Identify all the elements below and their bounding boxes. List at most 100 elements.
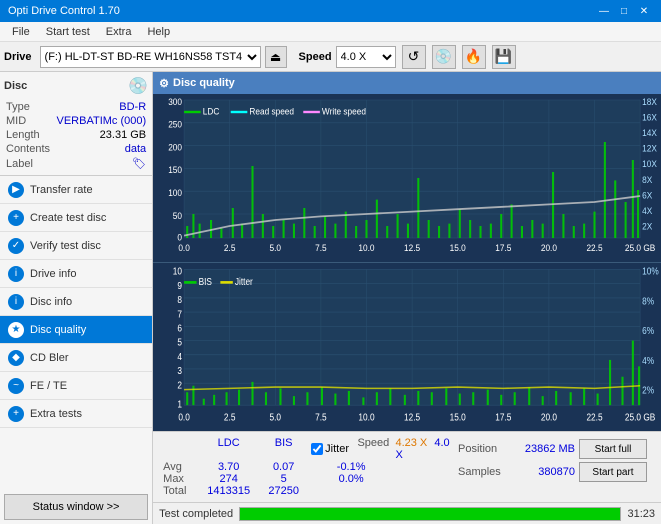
menu-extra[interactable]: Extra	[98, 24, 140, 40]
drive-select[interactable]: (F:) HL-DT-ST BD-RE WH16NS58 TST4	[40, 46, 261, 68]
sidebar-item-disc-quality-label: Disc quality	[30, 324, 86, 336]
svg-text:BIS: BIS	[199, 276, 212, 287]
svg-text:10: 10	[173, 266, 182, 277]
status-window-button[interactable]: Status window >>	[4, 494, 148, 520]
main-area: Disc 💿 Type BD-R MID VERBATIMc (000) Len…	[0, 72, 661, 524]
create-test-disc-icon: +	[8, 210, 24, 226]
fe-te-icon: ~	[8, 378, 24, 394]
row-label-spacer	[163, 437, 201, 461]
svg-text:12.5: 12.5	[404, 243, 420, 254]
titlebar: Opti Drive Control 1.70 — □ ✕	[0, 0, 661, 22]
svg-text:17.5: 17.5	[495, 412, 511, 423]
sidebar-item-extra-tests[interactable]: + Extra tests	[0, 400, 152, 428]
svg-text:2%: 2%	[642, 385, 654, 396]
svg-text:3: 3	[178, 365, 183, 376]
max-bis: 5	[256, 473, 311, 485]
svg-text:6X: 6X	[642, 190, 652, 201]
svg-text:10X: 10X	[642, 159, 657, 170]
sidebar-item-disc-quality[interactable]: ★ Disc quality	[0, 316, 152, 344]
bottom-chart-svg: 10 9 8 7 6 5 4 3 2 1 10% 8% 6% 4% 2%	[153, 263, 661, 431]
svg-text:25.0 GB: 25.0 GB	[625, 243, 655, 254]
sidebar-item-verify-test-disc[interactable]: ✓ Verify test disc	[0, 232, 152, 260]
sidebar-item-transfer-rate[interactable]: ▶ Transfer rate	[0, 176, 152, 204]
sidebar-item-disc-info-label: Disc info	[30, 296, 72, 308]
svg-text:4: 4	[178, 351, 183, 362]
refresh-button[interactable]: ↺	[402, 45, 426, 69]
svg-text:7.5: 7.5	[315, 412, 327, 423]
svg-text:7.5: 7.5	[315, 243, 327, 254]
svg-text:5: 5	[178, 337, 183, 348]
eject-button[interactable]: ⏏	[265, 46, 287, 68]
sidebar-item-fe-te[interactable]: ~ FE / TE	[0, 372, 152, 400]
max-row: Max 274 5 0.0%	[163, 473, 454, 485]
drive-toolbar: Drive (F:) HL-DT-ST BD-RE WH16NS58 TST4 …	[0, 42, 661, 72]
content-area: ⚙ Disc quality	[153, 72, 661, 524]
svg-text:14X: 14X	[642, 127, 657, 138]
disc-length-label: Length	[6, 129, 40, 141]
total-ldc: 1413315	[201, 485, 256, 497]
position-row: Position 23862 MB Start full	[458, 439, 647, 459]
svg-text:12.5: 12.5	[404, 412, 420, 423]
svg-text:5.0: 5.0	[270, 243, 282, 254]
transfer-rate-icon: ▶	[8, 182, 24, 198]
samples-row: Samples 380870 Start part	[458, 462, 647, 482]
sidebar-item-fe-te-label: FE / TE	[30, 380, 67, 392]
menu-file[interactable]: File	[4, 24, 38, 40]
disc-mid-row: MID VERBATIMc (000)	[4, 114, 148, 128]
progress-area: Test completed 31:23	[153, 502, 661, 524]
svg-text:250: 250	[168, 119, 182, 130]
svg-text:LDC: LDC	[203, 106, 220, 117]
start-full-button[interactable]: Start full	[579, 439, 647, 459]
position-value: 23862 MB	[510, 443, 575, 455]
speed-col-value: 4.23 X 4.0 X	[395, 437, 454, 461]
disc-info-icon: i	[8, 294, 24, 310]
sidebar-item-verify-test-disc-label: Verify test disc	[30, 240, 101, 252]
svg-text:12X: 12X	[642, 143, 657, 154]
menu-start-test[interactable]: Start test	[38, 24, 98, 40]
avg-label: Avg	[163, 461, 201, 473]
col-header-bis: BIS	[256, 437, 311, 461]
sidebar-item-transfer-rate-label: Transfer rate	[30, 184, 93, 196]
sidebar-item-create-test-disc[interactable]: + Create test disc	[0, 204, 152, 232]
maximize-button[interactable]: □	[615, 3, 633, 19]
sidebar-item-drive-info[interactable]: i Drive info	[0, 260, 152, 288]
svg-text:15.0: 15.0	[450, 412, 466, 423]
sidebar-item-disc-info[interactable]: i Disc info	[0, 288, 152, 316]
total-bis: 27250	[256, 485, 311, 497]
disc-label-row: Label 🏷	[4, 156, 148, 171]
disc-mid-value: VERBATIMc (000)	[57, 115, 147, 127]
svg-text:20.0: 20.0	[541, 412, 557, 423]
extra-tests-icon: +	[8, 406, 24, 422]
start-part-button[interactable]: Start part	[579, 462, 647, 482]
jitter-checkbox[interactable]	[311, 443, 323, 455]
total-label: Total	[163, 485, 201, 497]
svg-text:150: 150	[168, 165, 182, 176]
disc-length-value: 23.31 GB	[100, 129, 146, 141]
svg-text:2: 2	[178, 380, 183, 391]
sidebar-item-cd-bler[interactable]: ◆ CD Bler	[0, 344, 152, 372]
disc-panel-title: Disc	[4, 80, 27, 92]
burn-icon-button[interactable]: 🔥	[462, 45, 486, 69]
max-jitter: 0.0%	[311, 473, 391, 485]
svg-text:4%: 4%	[642, 355, 654, 366]
avg-jitter: -0.1%	[311, 461, 391, 473]
disc-icon-button[interactable]: 💿	[432, 45, 456, 69]
drive-info-icon: i	[8, 266, 24, 282]
svg-text:2.5: 2.5	[224, 243, 236, 254]
svg-text:0: 0	[178, 232, 183, 243]
nav-items: ▶ Transfer rate + Create test disc ✓ Ver…	[0, 176, 152, 490]
svg-text:8: 8	[178, 294, 183, 305]
max-label: Max	[163, 473, 201, 485]
sidebar: Disc 💿 Type BD-R MID VERBATIMc (000) Len…	[0, 72, 153, 524]
speed-select[interactable]: 4.0 X	[336, 46, 396, 68]
minimize-button[interactable]: —	[595, 3, 613, 19]
svg-text:0.0: 0.0	[178, 243, 190, 254]
save-button[interactable]: 💾	[492, 45, 516, 69]
stats-area: LDC BIS Jitter Speed 4.23 X 4.0 X	[153, 431, 661, 502]
avg-row: Avg 3.70 0.07 -0.1%	[163, 461, 454, 473]
svg-text:18X: 18X	[642, 96, 657, 107]
sidebar-item-drive-info-label: Drive info	[30, 268, 76, 280]
close-button[interactable]: ✕	[635, 3, 653, 19]
menu-help[interactable]: Help	[139, 24, 178, 40]
disc-contents-row: Contents data	[4, 142, 148, 156]
